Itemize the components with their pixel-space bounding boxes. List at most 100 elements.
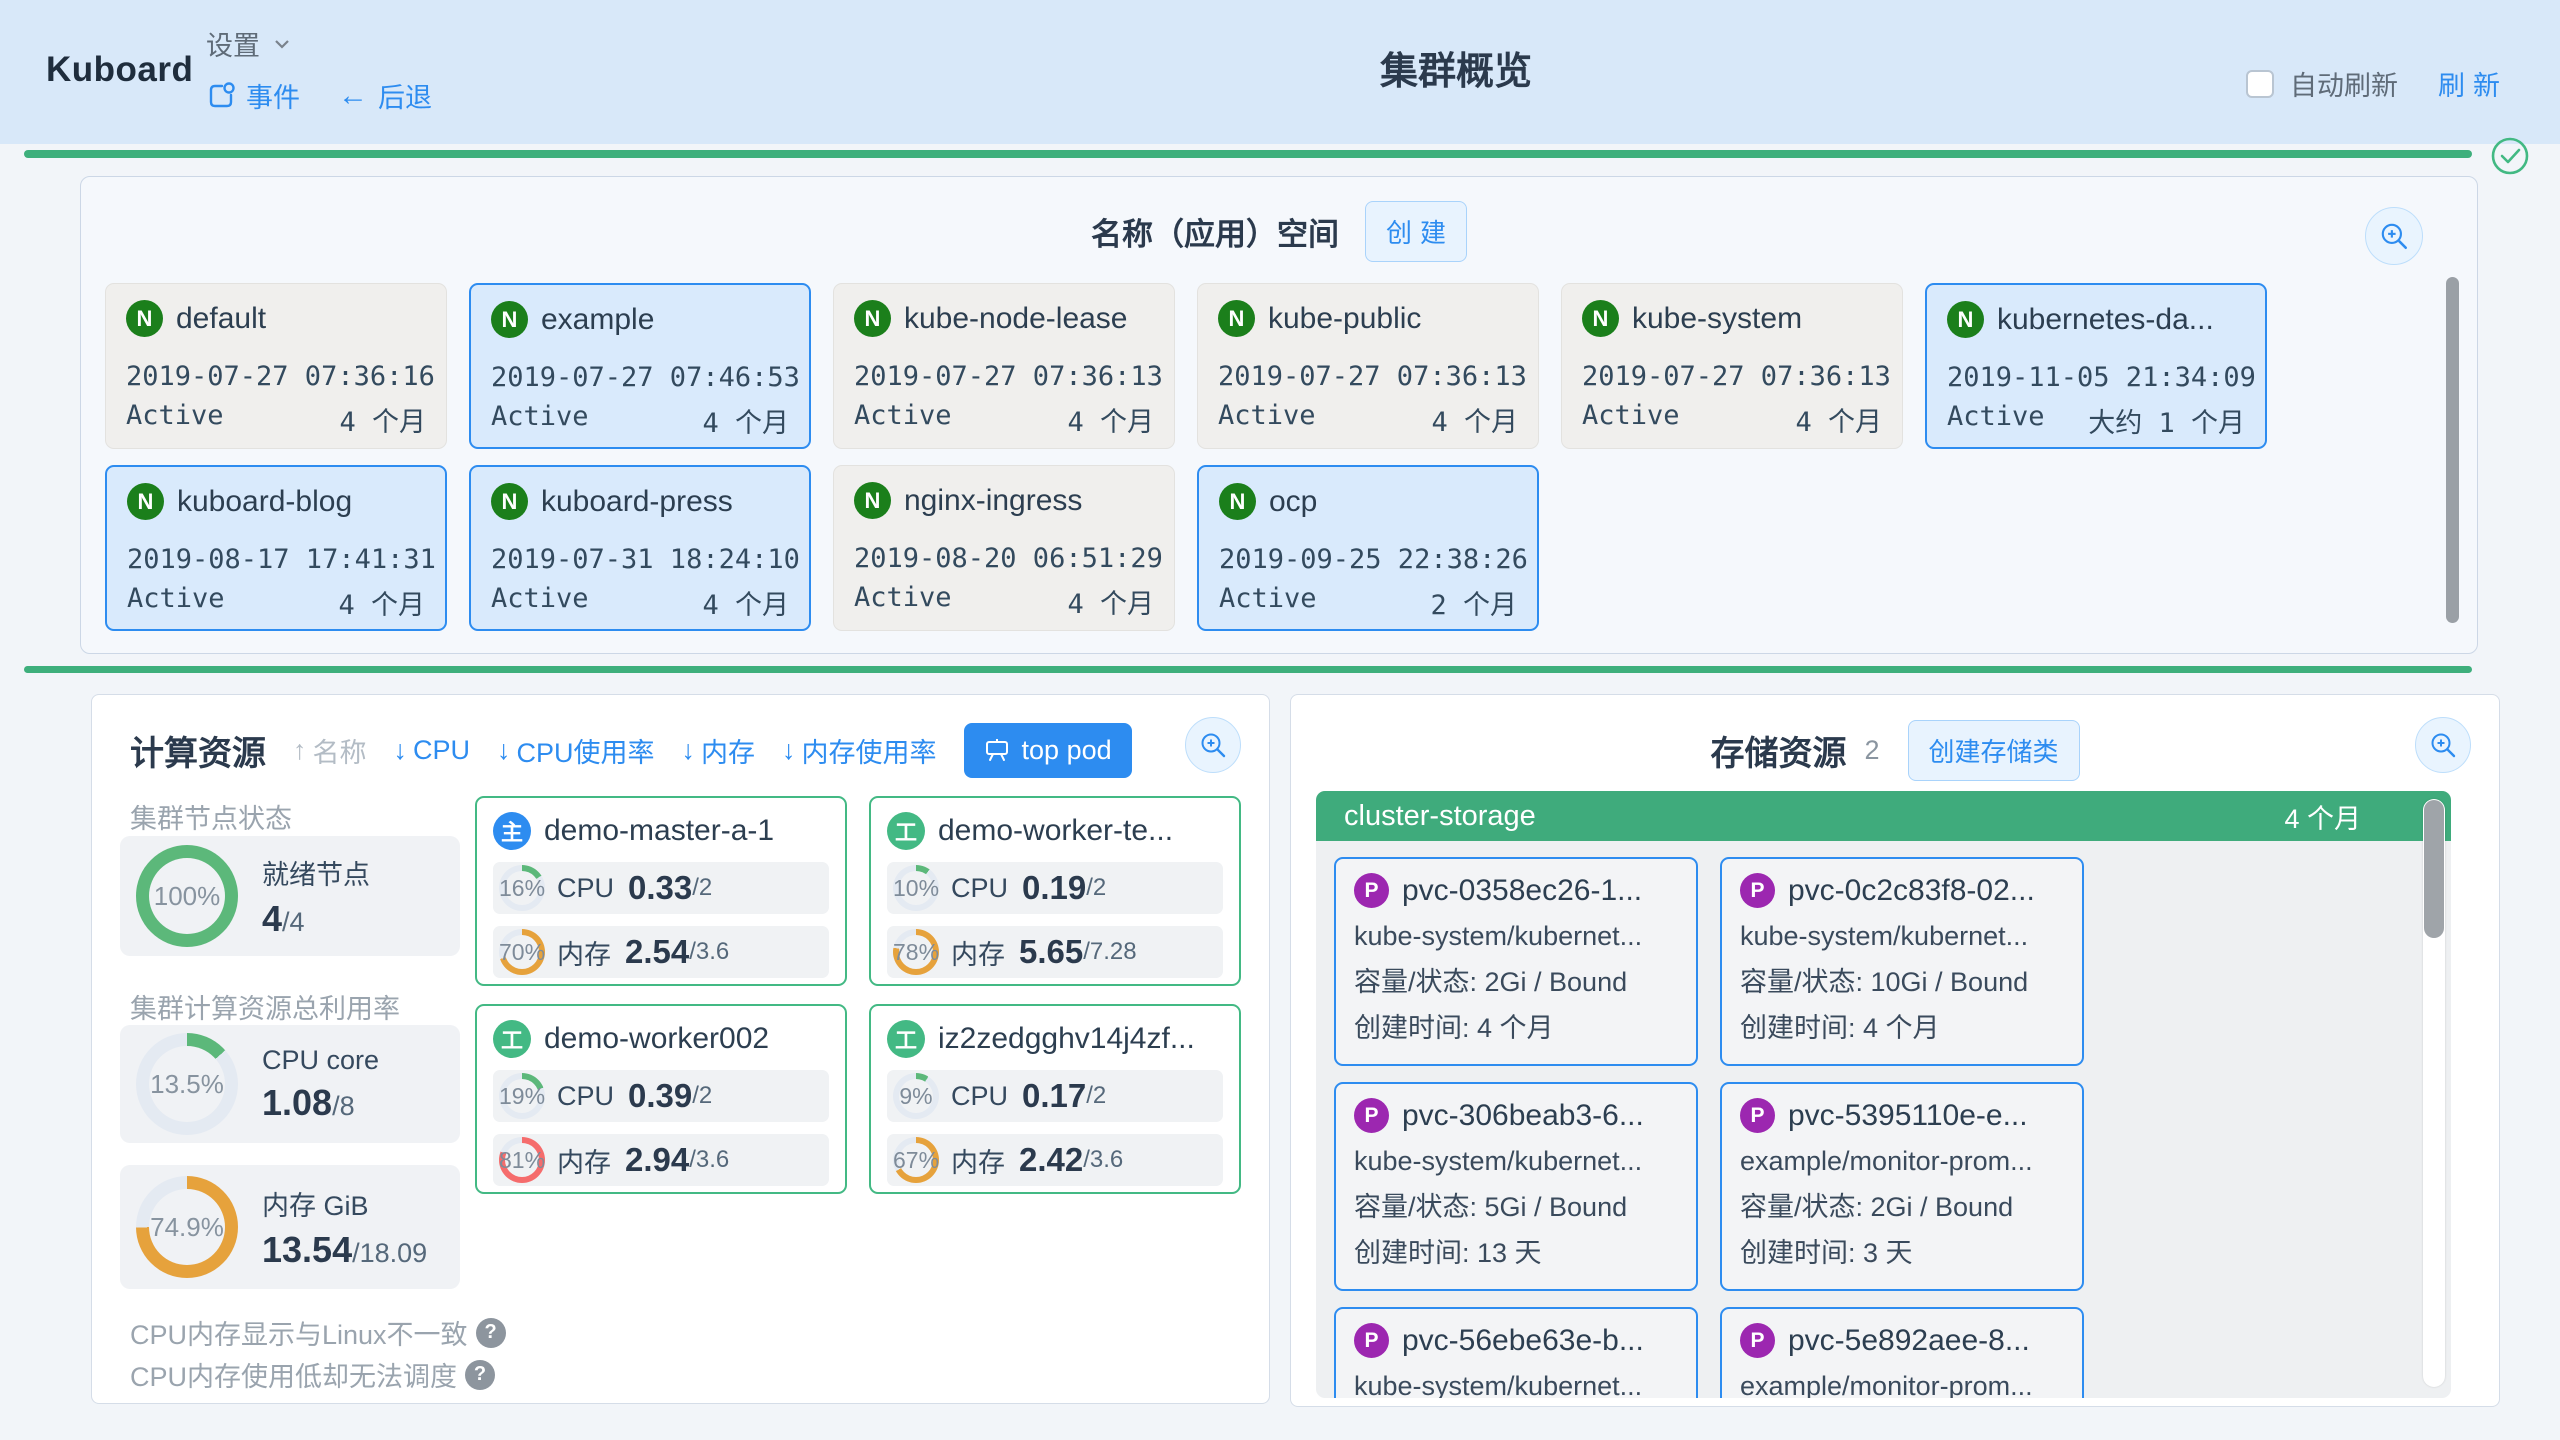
- pvc-card[interactable]: P pvc-0c2c83f8-02... kube-system/kuberne…: [1720, 857, 2084, 1066]
- pvc-name: pvc-306beab3-6...: [1402, 1099, 1644, 1133]
- namespace-name: nginx-ingress: [904, 484, 1082, 518]
- sort-by-name[interactable]: ↑ 名称: [293, 731, 367, 770]
- header-subnav: 事件 ← 后退: [206, 76, 432, 115]
- sort-by-cpu[interactable]: ↓ CPU: [394, 735, 471, 766]
- settings-menu[interactable]: 设置: [206, 24, 294, 63]
- check-circle-icon: [2490, 136, 2530, 176]
- top-pod-button[interactable]: top pod: [964, 723, 1132, 778]
- namespace-card-grid: N default 2019-07-27 07:36:16 Active 4 个…: [105, 283, 2267, 631]
- node-memory-total: /3.6: [1083, 1146, 1123, 1174]
- back-link[interactable]: ← 后退: [338, 76, 432, 115]
- pvc-icon: P: [1740, 1323, 1775, 1358]
- worker-role-icon: 工: [493, 1020, 531, 1058]
- node-cpu-row: 19% CPU 0.39 /2: [493, 1070, 829, 1122]
- help-icon[interactable]: ?: [476, 1318, 506, 1348]
- compute-zoom-button[interactable]: [1185, 717, 1241, 773]
- pvc-card[interactable]: P pvc-5395110e-e... example/monitor-prom…: [1720, 1082, 2084, 1291]
- node-card[interactable]: 主 demo-master-a-1 16% CPU 0.33 /2 70% 内存…: [475, 796, 847, 986]
- sort-desc-icon: ↓: [497, 735, 511, 766]
- namespace-card[interactable]: N kube-node-lease 2019-07-27 07:36:13 Ac…: [833, 283, 1175, 449]
- namespace-age: 大约 1 个月: [2088, 401, 2245, 440]
- cpu-utilization-value: 1.08: [262, 1082, 332, 1123]
- namespace-age: 4 个月: [702, 401, 789, 440]
- ready-nodes-percent: 100%: [136, 845, 238, 947]
- memory-utilization-percent: 74.9%: [136, 1176, 238, 1278]
- pvc-created: 创建时间: 3 天: [1740, 1235, 2064, 1271]
- sort-by-memory-usage[interactable]: ↓ 内存使用率: [782, 731, 937, 770]
- sort-asc-icon: ↑: [293, 735, 307, 766]
- namespace-card[interactable]: N kubernetes-da... 2019-11-05 21:34:09 A…: [1925, 283, 2267, 449]
- refresh-button[interactable]: 刷新: [2438, 64, 2508, 103]
- compute-section-title: 计算资源: [130, 726, 266, 775]
- pvc-created: 创建时间: 13 天: [1354, 1235, 1678, 1271]
- namespace-card[interactable]: N kube-system 2019-07-27 07:36:13 Active…: [1561, 283, 1903, 449]
- pvc-card[interactable]: P pvc-0358ec26-1... kube-system/kubernet…: [1334, 857, 1698, 1066]
- auto-refresh-checkbox[interactable]: [2246, 70, 2274, 98]
- namespace-title-row: 名称（应用）空间 创建: [81, 201, 2477, 262]
- node-memory-ring: 70%: [499, 929, 545, 975]
- node-card[interactable]: 工 demo-worker-te... 10% CPU 0.19 /2 78% …: [869, 796, 1241, 986]
- node-memory-ring: 81%: [499, 1137, 545, 1183]
- pvc-card[interactable]: P pvc-5e892aee-8... example/monitor-prom…: [1720, 1307, 2084, 1398]
- namespace-card[interactable]: N nginx-ingress 2019-08-20 06:51:29 Acti…: [833, 465, 1175, 631]
- namespace-card[interactable]: N kuboard-press 2019-07-31 18:24:10 Acti…: [469, 465, 811, 631]
- pvc-icon: P: [1354, 873, 1389, 908]
- namespace-status: Active: [126, 400, 224, 439]
- node-cpu-total: /2: [692, 1082, 712, 1110]
- node-cpu-ring: 9%: [893, 1073, 939, 1119]
- node-card[interactable]: 工 iz2zedgghv14j4zf... 9% CPU 0.17 /2 67%…: [869, 1004, 1241, 1194]
- node-cpu-value: 0.33: [628, 869, 692, 907]
- create-namespace-button[interactable]: 创建: [1365, 201, 1467, 262]
- namespace-icon: N: [1219, 483, 1256, 520]
- chevron-down-icon: [270, 32, 294, 56]
- create-storage-class-button[interactable]: 创建存储类: [1908, 720, 2080, 781]
- namespace-zoom-button[interactable]: [2365, 207, 2423, 265]
- node-name: demo-worker-te...: [938, 814, 1173, 848]
- namespace-created: 2019-08-17 17:41:31: [127, 544, 425, 575]
- storage-zoom-button[interactable]: [2415, 717, 2471, 773]
- storage-header: 存储资源 2 创建存储类: [1291, 721, 2499, 779]
- node-memory-value: 2.42: [1019, 1141, 1083, 1179]
- pvc-ref: example/monitor-prom...: [1740, 1368, 2064, 1398]
- namespace-name: kuboard-blog: [177, 485, 352, 519]
- pvc-name: pvc-56ebe63e-b...: [1402, 1324, 1644, 1358]
- utilization-label: 集群计算资源总利用率: [130, 987, 400, 1026]
- namespace-card[interactable]: N kube-public 2019-07-27 07:36:13 Active…: [1197, 283, 1539, 449]
- namespace-card[interactable]: N default 2019-07-27 07:36:16 Active 4 个…: [105, 283, 447, 449]
- node-cpu-value: 0.39: [628, 1077, 692, 1115]
- pvc-card-grid: P pvc-0358ec26-1... kube-system/kubernet…: [1334, 857, 2084, 1398]
- note-unschedulable: CPU内存使用低却无法调度 ?: [130, 1355, 495, 1394]
- namespace-name: kube-public: [1268, 302, 1421, 336]
- storage-scrollbar-track[interactable]: [2423, 799, 2445, 1387]
- pvc-capacity-status: 容量/状态: 2Gi / Bound: [1740, 1189, 2064, 1225]
- master-role-icon: 主: [493, 812, 531, 850]
- namespace-icon: N: [1947, 301, 1984, 338]
- namespace-card[interactable]: N kuboard-blog 2019-08-17 17:41:31 Activ…: [105, 465, 447, 631]
- node-card[interactable]: 工 demo-worker002 19% CPU 0.39 /2 81% 内存 …: [475, 1004, 847, 1194]
- node-memory-value: 2.94: [625, 1141, 689, 1179]
- storage-class-header[interactable]: cluster-storage 4 个月: [1316, 791, 2451, 841]
- ready-nodes-value: 4: [262, 898, 282, 939]
- namespace-age: 2 个月: [1430, 583, 1517, 622]
- namespace-icon: N: [127, 483, 164, 520]
- events-label: 事件: [246, 76, 300, 115]
- sort-by-memory[interactable]: ↓ 内存: [682, 731, 756, 770]
- node-memory-row: 81% 内存 2.94 /3.6: [493, 1134, 829, 1186]
- help-icon[interactable]: ?: [465, 1360, 495, 1390]
- progress-bar-top: [24, 150, 2472, 158]
- namespace-card[interactable]: N example 2019-07-27 07:46:53 Active 4 个…: [469, 283, 811, 449]
- node-status-label: 集群节点状态: [130, 797, 292, 836]
- events-link[interactable]: 事件: [206, 76, 300, 115]
- sort-desc-icon: ↓: [782, 735, 796, 766]
- pvc-card[interactable]: P pvc-306beab3-6... kube-system/kubernet…: [1334, 1082, 1698, 1291]
- storage-scrollbar-thumb[interactable]: [2424, 800, 2444, 938]
- namespace-icon: N: [491, 483, 528, 520]
- namespace-age: 4 个月: [1067, 582, 1154, 621]
- sort-by-cpu-usage[interactable]: ↓ CPU使用率: [497, 731, 655, 770]
- namespace-icon: N: [1218, 300, 1255, 337]
- namespace-scrollbar[interactable]: [2446, 277, 2459, 623]
- namespace-card[interactable]: N ocp 2019-09-25 22:38:26 Active 2 个月: [1197, 465, 1539, 631]
- pvc-card[interactable]: P pvc-56ebe63e-b... kube-system/kubernet…: [1334, 1307, 1698, 1398]
- presentation-board-icon: [984, 737, 1010, 763]
- namespace-name: ocp: [1269, 485, 1317, 519]
